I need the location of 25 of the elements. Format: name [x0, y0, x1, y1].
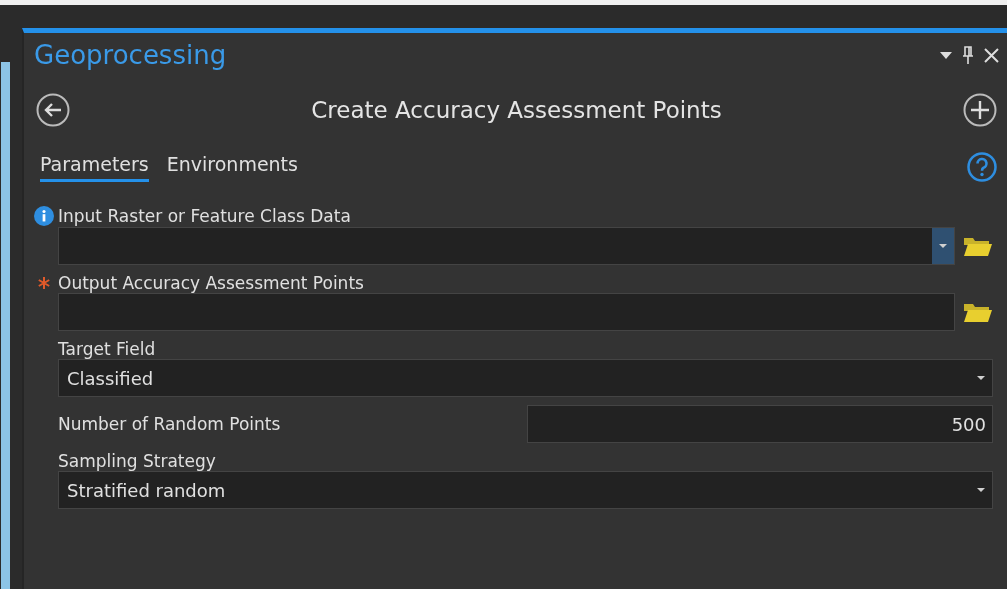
folder-icon[interactable]	[963, 235, 993, 257]
parameter-label: Input Raster or Feature Class Data	[58, 206, 351, 226]
back-icon[interactable]	[36, 93, 70, 127]
combo-field[interactable]	[58, 227, 955, 265]
pin-icon[interactable]	[962, 46, 974, 64]
caret-icon	[938, 243, 948, 249]
input-field[interactable]: 500	[527, 405, 993, 443]
tab[interactable]: Parameters	[40, 152, 149, 182]
caret-icon	[976, 487, 986, 493]
parameter-label: Sampling Strategy	[58, 451, 216, 471]
parameter-label: Number of Random Points	[58, 414, 281, 434]
parameter-label: Target Field	[58, 339, 156, 359]
pane-title: Geoprocessing	[34, 40, 227, 70]
input-field[interactable]	[58, 293, 955, 331]
folder-icon[interactable]	[963, 301, 993, 323]
dropdown-field[interactable]: Classified	[58, 359, 993, 397]
dropdown-field[interactable]: Stratified random	[58, 471, 993, 509]
close-icon[interactable]	[984, 47, 999, 63]
parameter-label: Output Accuracy Assessment Points	[58, 273, 364, 293]
tab[interactable]: Environments	[166, 152, 298, 182]
help-icon[interactable]	[967, 152, 997, 182]
caret-icon	[976, 375, 986, 381]
tool-title: Create Accuracy Assessment Points	[310, 97, 723, 123]
add-icon[interactable]	[963, 93, 997, 127]
dropdown-icon[interactable]	[940, 51, 952, 59]
